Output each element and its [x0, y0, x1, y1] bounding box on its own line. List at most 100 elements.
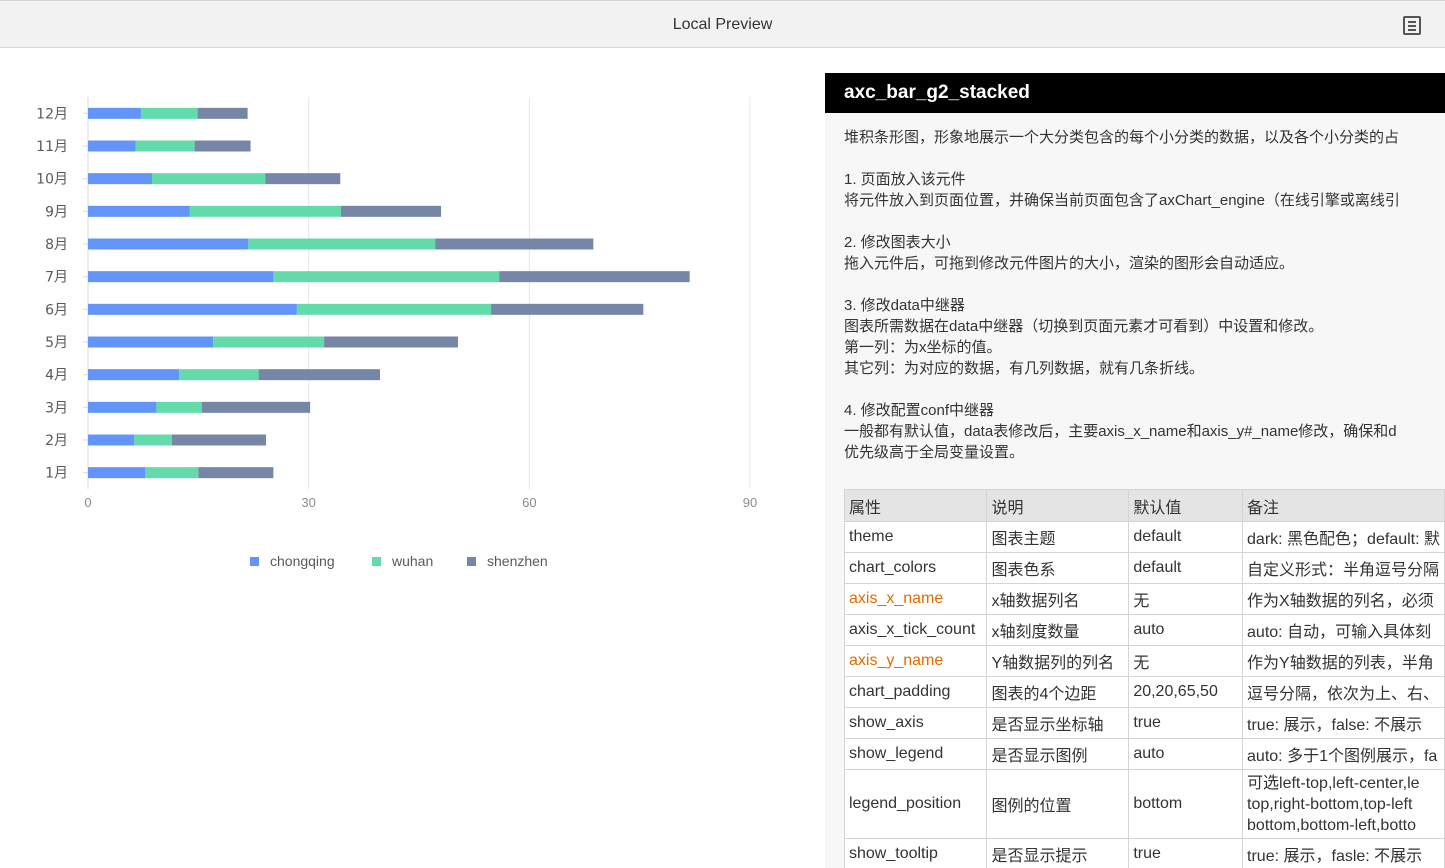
bar-segment-chongqing: [88, 107, 141, 119]
y-tick-label: 3月: [45, 400, 68, 416]
y-tick-label: 1月: [45, 466, 68, 482]
default-cell: default: [1128, 521, 1244, 553]
bar-segment-wuhan: [135, 140, 195, 152]
intro-text: 堆积条形图，形象地展示一个大分类包含的每个小分类的数据，以及各个小分类的占: [844, 129, 1400, 146]
table-row: axis_x_name x轴数据列名无作为X轴数据的列名，必须: [843, 583, 1445, 615]
x-tick-label: 90: [743, 495, 757, 510]
prop-cell: theme: [843, 521, 988, 553]
desc-cell: 图例的位置: [986, 769, 1130, 839]
prop-cell: show_legend: [843, 738, 988, 770]
bar-segment-wuhan: [156, 401, 203, 413]
default-cell: 20,20,65,50: [1128, 676, 1244, 708]
bar-segment-wuhan: [273, 271, 500, 283]
legend-label: wuhan: [392, 553, 434, 569]
bar-segment-chongqing: [88, 336, 214, 348]
document-list-icon[interactable]: [1403, 16, 1421, 35]
bar-segment-wuhan: [134, 434, 172, 446]
y-tick-label: 10月: [36, 172, 68, 188]
bar-segment-shenzhen: [435, 238, 594, 250]
bar-segment-shenzhen: [198, 467, 274, 479]
table-row: chart_colors 图表色系 default 自定义形式：半角逗号分隔: [843, 552, 1445, 584]
default-cell: bottom: [1128, 769, 1244, 839]
note-cell: 自定义形式：半角逗号分隔: [1242, 552, 1445, 584]
bar-segment-chongqing: [88, 303, 297, 315]
legend-swatch-icon: [250, 556, 259, 566]
section-2-title: 2. 修改图表大小: [844, 234, 951, 251]
bar-segment-wuhan: [151, 173, 266, 185]
prop-cell: chart_colors: [843, 552, 988, 584]
prop-cell: axis_x_tick_count: [843, 614, 988, 646]
header-default: 默认值: [1128, 489, 1244, 522]
bar-segment-shenzhen: [202, 401, 311, 413]
bar-segment-shenzhen: [197, 107, 248, 119]
note-cell: dark: 黑色配色；default: 默: [1242, 521, 1445, 553]
bar-segment-shenzhen: [258, 369, 381, 381]
note-cell: 逗号分隔，依次为上、右、: [1242, 676, 1445, 708]
table-row: theme 图表主题 default dark: 黑色配色；default: 默: [843, 521, 1445, 553]
desc-cell: 是否显示坐标轴: [986, 707, 1130, 739]
section-3-text-3: 其它列：为对应的数据，有几列数据，就有几条折线。: [844, 360, 1205, 377]
bar-segment-shenzhen: [491, 303, 644, 315]
desc-cell: 是否显示图例: [986, 738, 1130, 770]
bar-segment-shenzhen: [171, 434, 267, 446]
default-cell: true: [1128, 838, 1244, 868]
table-row: show_axis 是否显示坐标轴 true true: 展示，false: 不展示: [843, 707, 1445, 739]
legend-item-wuhan[interactable]: wuhan: [372, 551, 433, 571]
desc-cell: 图表色系: [986, 552, 1130, 584]
prop-cell: axis_y_name: [843, 645, 988, 677]
note-cell: 作为X轴数据的列名，必须: [1242, 583, 1445, 615]
note-cell: 可选left-top,left-center,le top,right-bott…: [1242, 769, 1445, 839]
window-title: Local Preview: [672, 16, 773, 33]
note-cell: auto: 多于1个图例展示，fa: [1242, 738, 1445, 770]
bar-segment-chongqing: [88, 238, 249, 250]
x-tick-label: 0: [84, 495, 91, 510]
note-cell: true: 展示，false: 不展示: [1242, 707, 1445, 739]
default-cell: true: [1128, 707, 1244, 739]
bar-segment-chongqing: [88, 271, 274, 283]
legend-item-chongqing[interactable]: chongqing: [250, 551, 335, 571]
legend-label: shenzhen: [487, 553, 548, 569]
note-cell: auto: 自动，可输入具体刻: [1242, 614, 1445, 646]
legend-label: chongqing: [270, 553, 335, 569]
table-row: legend_position 图例的位置 bottom 可选left-top,lef…: [843, 769, 1445, 839]
stacked-bar-chart: 0 30 60 90 1月 2月 3月 4月 5月 6月 7月 8月 9月 10月 11月 12月 chong…: [0, 49, 800, 609]
chart-legend: chongqing wuhan shenzhen: [0, 551, 800, 571]
desc-cell: x轴刻度数量: [986, 614, 1130, 646]
section-4-text-2: 优先级高于全局变量设置。: [844, 444, 1025, 461]
desc-cell: Y轴数据列的列名: [986, 645, 1130, 677]
bar-segment-chongqing: [88, 369, 180, 381]
section-3-title: 3. 修改data中继器: [844, 297, 965, 314]
section-3-text-1: 图表所需数据在data中继器（切换到页面元素才可看到）中设置和修改。: [844, 318, 1324, 335]
y-tick-label: 7月: [45, 270, 68, 286]
table-row: chart_padding 图表的4个边距 20,20,65,50 逗号分隔，依次为上…: [843, 676, 1445, 708]
top-bar: Local Preview: [0, 0, 1445, 48]
table-row: show_legend 是否显示图例 auto auto: 多于1个图例展示，fa: [843, 738, 1445, 770]
bar-segment-wuhan: [296, 303, 492, 315]
header-prop: 属性: [843, 489, 988, 522]
bar-segment-chongqing: [88, 467, 146, 479]
properties-table: 属性 说明 默认值 备注 theme 图表主题 default dark: 黑色配色；…: [843, 489, 1445, 868]
legend-item-shenzhen[interactable]: shenzhen: [467, 551, 548, 571]
bar-segment-wuhan: [213, 336, 325, 348]
header-desc: 说明: [986, 489, 1130, 522]
bar-segment-chongqing: [88, 205, 190, 217]
note-cell: 作为Y轴数据的列表，半角: [1242, 645, 1445, 677]
default-cell: auto: [1128, 738, 1244, 770]
bar-segment-wuhan: [145, 467, 199, 479]
table-row: show_tooltip 是否显示提示 true true: 展示，fasle: 不展…: [843, 838, 1445, 868]
desc-cell: 图表的4个边距: [986, 676, 1130, 708]
bar-segment-chongqing: [88, 401, 157, 413]
section-3-text-2: 第一列：为x坐标的值。: [844, 339, 1002, 356]
bar-segment-wuhan: [189, 205, 342, 217]
prop-cell: chart_padding: [843, 676, 988, 708]
prop-cell: show_tooltip: [843, 838, 988, 868]
default-cell: default: [1128, 552, 1244, 584]
table-row: axis_x_tick_count x轴刻度数量 auto auto: 自动，可输入具…: [843, 614, 1445, 646]
note-cell: true: 展示，fasle: 不展示: [1242, 838, 1445, 868]
section-4-text-1: 一般都有默认值，data表修改后，主要axis_x_name和axis_y#_n…: [844, 423, 1397, 440]
bar-segment-shenzhen: [265, 173, 341, 185]
prop-cell: legend_position: [843, 769, 988, 839]
y-tick-label: 5月: [45, 335, 68, 351]
default-cell: 无: [1128, 645, 1244, 677]
y-tick-label: 8月: [45, 237, 68, 253]
